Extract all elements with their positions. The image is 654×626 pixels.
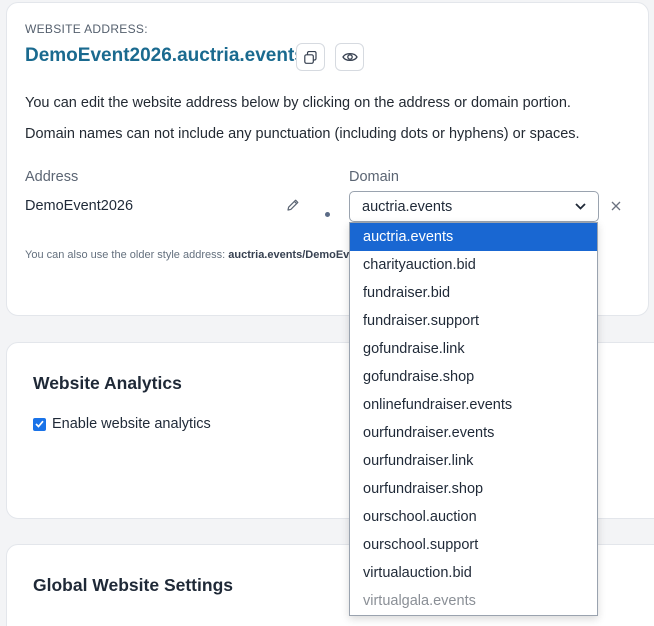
global-settings-title: Global Website Settings (33, 575, 233, 595)
domain-option[interactable]: ourfundraiser.shop (350, 475, 597, 503)
checkmark-icon (35, 420, 44, 428)
domain-select-value: auctria.events (362, 198, 453, 215)
domain-option[interactable]: charityauction.bid (350, 251, 597, 279)
address-domain-separator (325, 212, 330, 217)
older-address-note: You can also use the older style address… (25, 249, 349, 261)
older-address-link: auctria.events/DemoEvent2026 (228, 249, 349, 261)
analytics-title: Website Analytics (33, 373, 182, 393)
analytics-toggle-row[interactable]: Enable website analytics (33, 416, 211, 432)
analytics-checkbox[interactable] (33, 417, 46, 431)
section-eyebrow: WEBSITE ADDRESS: (25, 22, 148, 36)
domain-option[interactable]: ourschool.support (350, 531, 597, 559)
domain-option[interactable]: fundraiser.support (350, 307, 597, 335)
view-website-button[interactable] (335, 43, 364, 71)
domain-option[interactable]: virtualgala.events (350, 587, 597, 615)
pencil-icon[interactable] (286, 198, 300, 212)
close-icon[interactable] (610, 200, 622, 212)
domain-label: Domain (349, 169, 399, 185)
domain-option[interactable]: gofundraise.shop (350, 363, 597, 391)
edit-instructions: You can edit the website address below b… (25, 95, 571, 111)
chevron-down-icon (575, 203, 586, 210)
analytics-checkbox-label: Enable website analytics (52, 416, 211, 432)
domain-option[interactable]: auctria.events (350, 223, 597, 251)
domain-option[interactable]: virtualauction.bid (350, 559, 597, 587)
domain-option[interactable]: gofundraise.link (350, 335, 597, 363)
address-value[interactable]: DemoEvent2026 (25, 198, 133, 214)
website-address-title: DemoEvent2026.auctria.events (25, 45, 305, 66)
domain-option[interactable]: fundraiser.bid (350, 279, 597, 307)
domain-option[interactable]: ourschool.auction (350, 503, 597, 531)
copy-icon (304, 50, 317, 64)
domain-option[interactable]: onlinefundraiser.events (350, 391, 597, 419)
eye-icon (341, 52, 358, 62)
address-label: Address (25, 169, 79, 185)
domain-select[interactable]: auctria.events (349, 191, 599, 222)
domain-option[interactable]: ourfundraiser.events (350, 419, 597, 447)
domain-option[interactable]: ourfundraiser.link (350, 447, 597, 475)
domain-rules: Domain names can not include any punctua… (25, 126, 580, 142)
domain-dropdown-list[interactable]: auctria.events charityauction.bid fundrais… (349, 222, 598, 616)
copy-address-button[interactable] (296, 43, 325, 71)
